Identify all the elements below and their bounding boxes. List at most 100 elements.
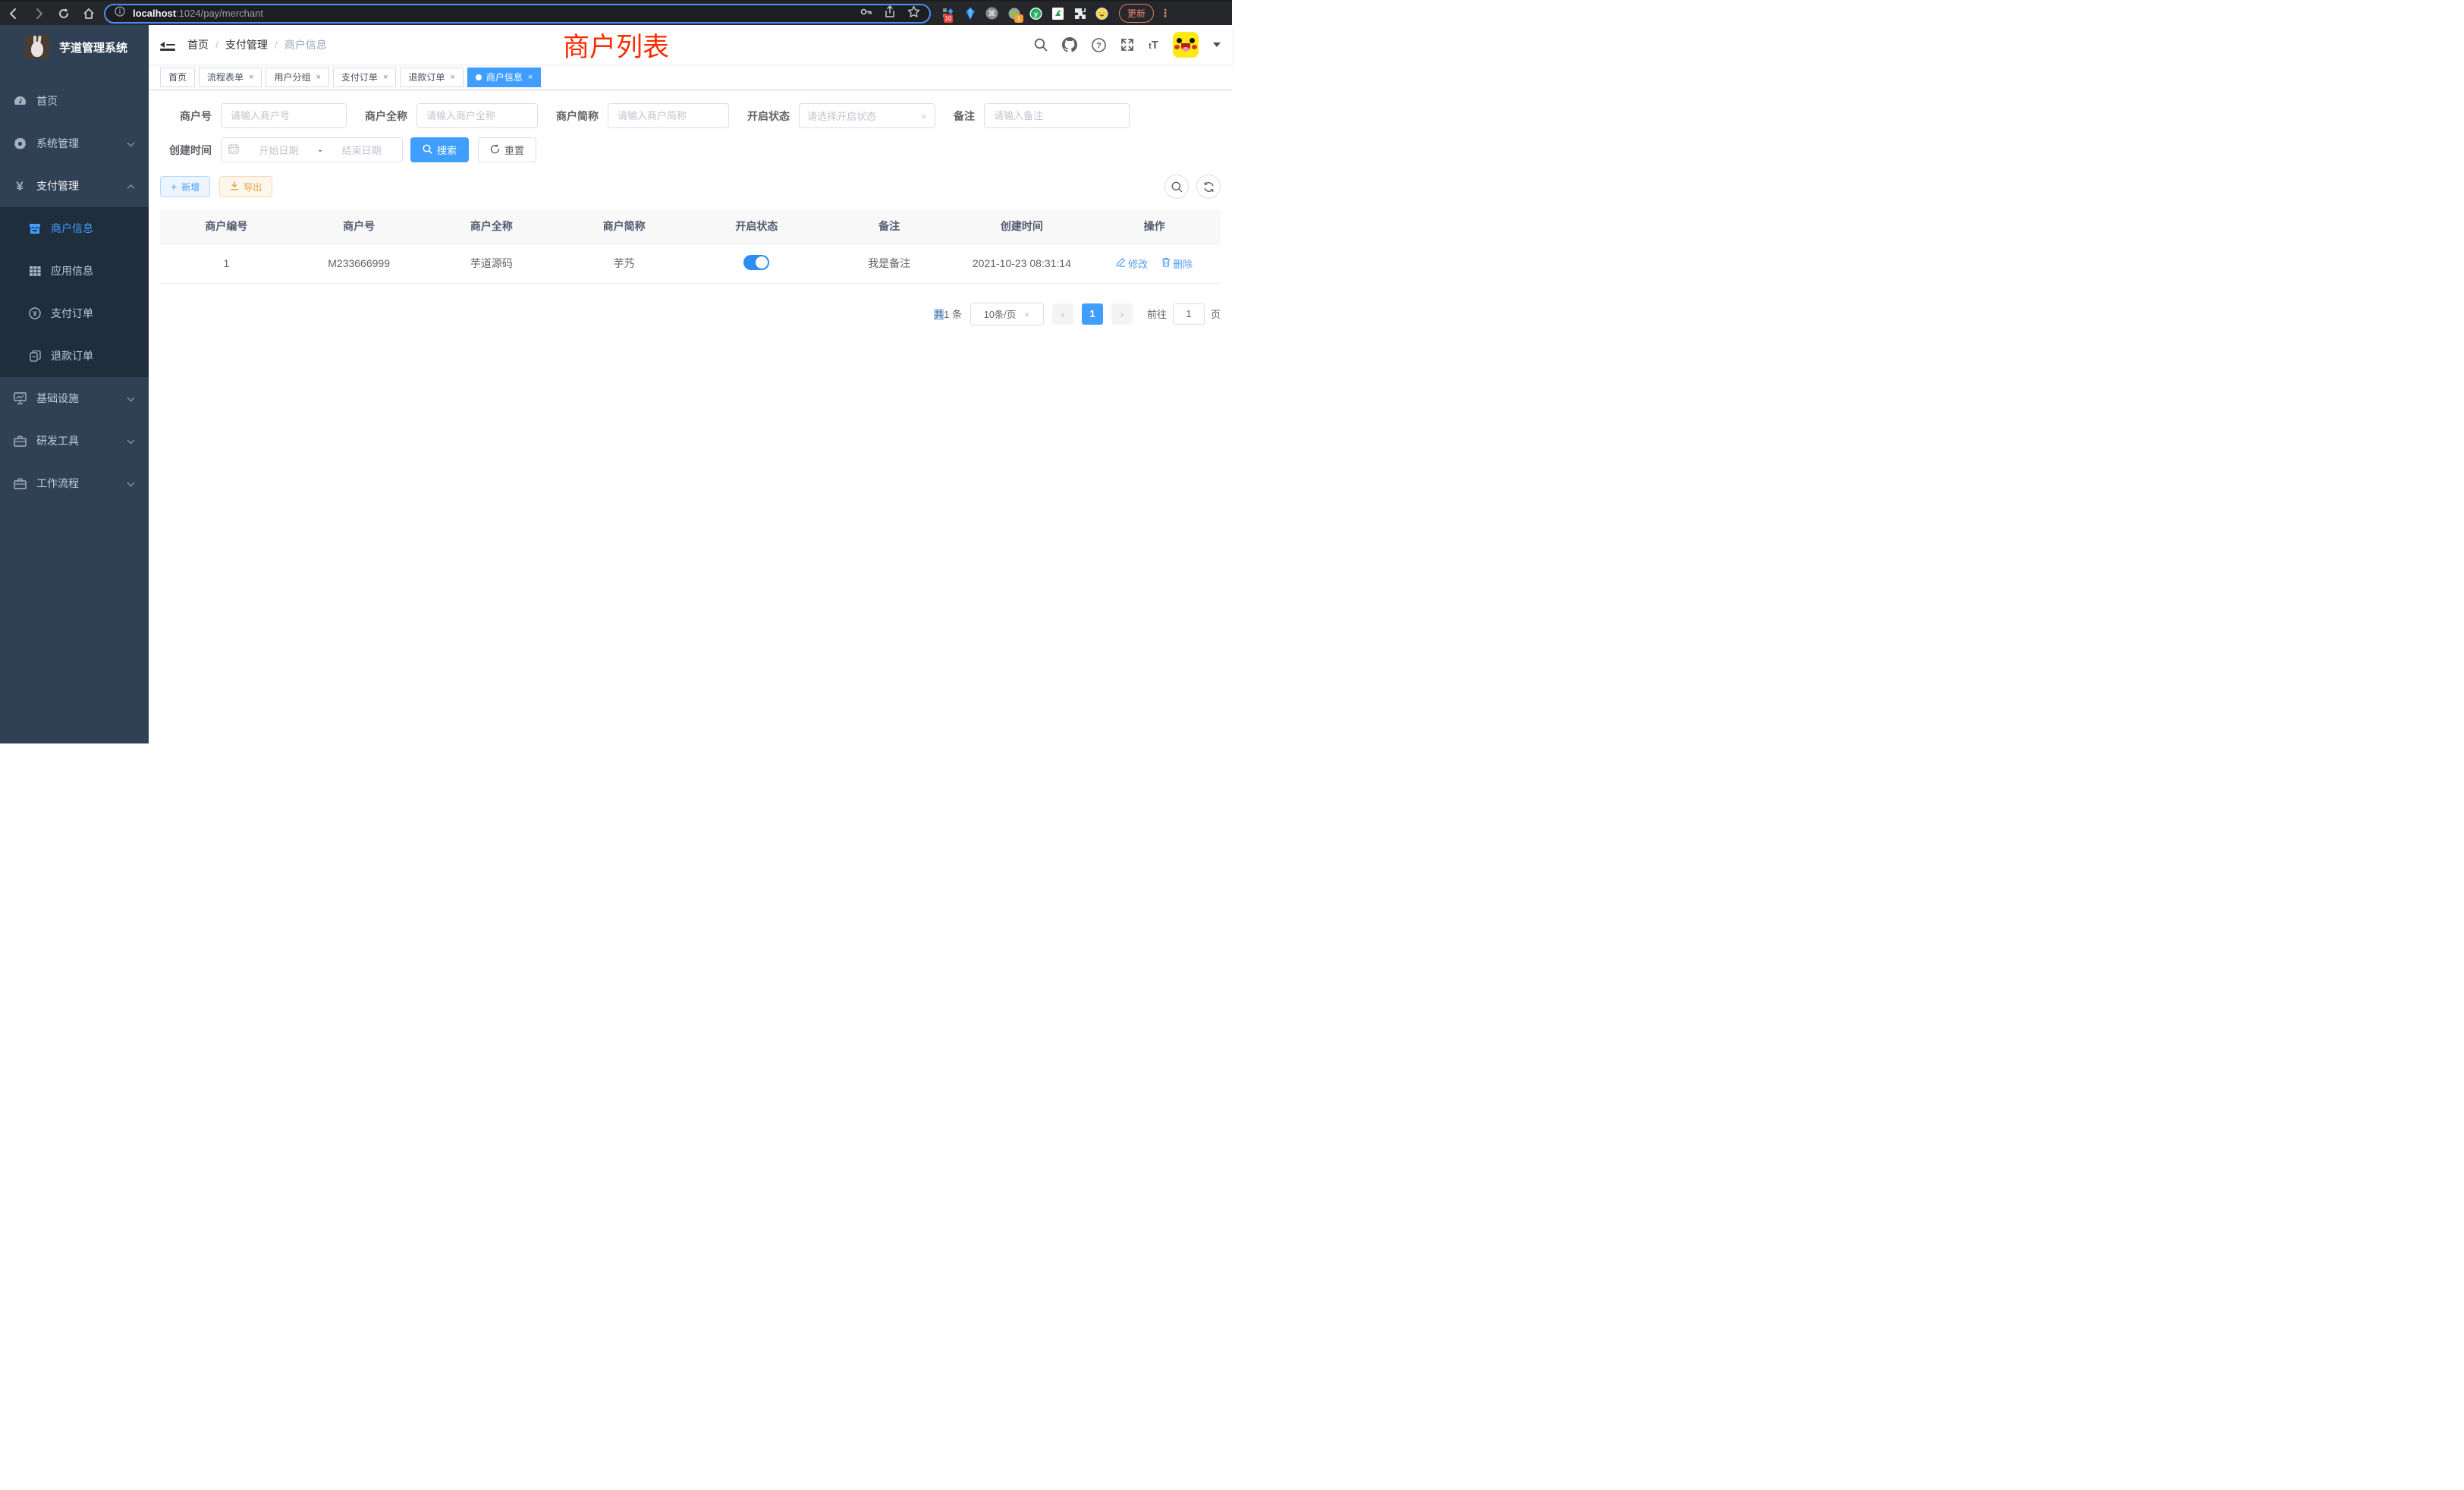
sidebar-item-home[interactable]: 首页 <box>0 80 149 122</box>
share-icon[interactable] <box>884 5 896 22</box>
browser-home-icon[interactable] <box>83 8 95 20</box>
extension-grid-icon[interactable]: 10 <box>941 7 954 20</box>
short-name-input[interactable] <box>608 103 729 128</box>
refresh-table-button[interactable] <box>1196 174 1221 199</box>
full-name-input[interactable] <box>416 103 538 128</box>
export-button[interactable]: 导出 <box>219 176 272 197</box>
sidebar-item-label: 商户信息 <box>51 221 93 236</box>
breadcrumb-current: 商户信息 <box>284 37 327 52</box>
prev-page-button[interactable]: ‹ <box>1052 303 1073 325</box>
toggle-search-button[interactable] <box>1164 174 1189 199</box>
edit-link[interactable]: 修改 <box>1116 256 1148 271</box>
collapse-sidebar-icon[interactable] <box>160 39 175 51</box>
page-1-button[interactable]: 1 <box>1082 303 1103 325</box>
extension-emoji-avatar[interactable] <box>1095 7 1108 20</box>
site-info-icon[interactable] <box>115 6 125 20</box>
extension-proxy-icon[interactable]: 1 <box>1007 7 1020 20</box>
reset-button[interactable]: 重置 <box>478 137 536 162</box>
col-short-name: 商户简称 <box>558 209 690 244</box>
tag-process-form[interactable]: 流程表单× <box>199 68 262 87</box>
create-time-range-picker[interactable]: 开始日期 - 结束日期 <box>221 137 403 162</box>
github-icon[interactable] <box>1062 37 1077 52</box>
goto-page-input[interactable] <box>1173 303 1205 325</box>
tag-merchant-info[interactable]: 商户信息× <box>467 68 541 87</box>
browser-forward-icon[interactable] <box>33 8 45 20</box>
user-avatar[interactable] <box>1173 32 1199 58</box>
reset-button-label: 重置 <box>504 143 524 157</box>
trash-icon <box>1161 257 1171 269</box>
browser-update-button[interactable]: 更新 <box>1119 4 1154 23</box>
table-header-row: 商户编号 商户号 商户全称 商户简称 开启状态 备注 创建时间 操作 <box>160 209 1221 244</box>
tag-user-group[interactable]: 用户分组 × <box>266 68 328 87</box>
tag-home[interactable]: 首页 <box>160 68 195 87</box>
sidebar-item-pay[interactable]: ¥ 支付管理 <box>0 165 149 207</box>
url-host: localhost <box>133 8 176 19</box>
delete-link[interactable]: 删除 <box>1161 256 1193 271</box>
browser-back-icon[interactable] <box>8 8 20 20</box>
merchant-no-input[interactable] <box>221 103 347 128</box>
sidebar-item-dev-tools[interactable]: 研发工具 <box>0 420 149 462</box>
status-toggle[interactable] <box>743 255 769 270</box>
col-create-time: 创建时间 <box>956 209 1089 244</box>
close-icon[interactable]: × <box>249 73 253 82</box>
page-size-select[interactable]: 10条/页 ∨ <box>970 303 1044 325</box>
add-button[interactable]: + 新增 <box>160 176 210 197</box>
sidebar-item-workflow[interactable]: 工作流程 <box>0 462 149 505</box>
search-button[interactable]: 搜索 <box>410 137 469 162</box>
password-key-icon[interactable] <box>860 5 872 22</box>
cell-short-name: 芋艿 <box>558 244 690 283</box>
breadcrumb-home[interactable]: 首页 <box>187 37 209 52</box>
extension-gem-icon[interactable] <box>963 7 976 20</box>
extension-command-icon[interactable]: ⌘ <box>985 7 998 20</box>
next-page-button[interactable]: › <box>1111 303 1133 325</box>
browser-reload-icon[interactable] <box>58 8 70 20</box>
search-button-label: 搜索 <box>437 143 457 157</box>
close-icon[interactable]: × <box>450 73 454 82</box>
tag-label: 用户分组 <box>274 71 310 83</box>
fullscreen-icon[interactable] <box>1120 38 1134 52</box>
breadcrumb-section: 支付管理 <box>225 37 268 52</box>
tag-pay-order[interactable]: 支付订单× <box>333 68 396 87</box>
col-merchant-no: 商户号 <box>293 209 426 244</box>
tags-view-bar: 首页 流程表单× 用户分组 × 支付订单× 退款订单× 商户信息× <box>149 64 1232 90</box>
full-name-label: 商户全称 <box>365 108 407 124</box>
header-search-icon[interactable] <box>1034 38 1048 52</box>
app-header: 首页 / 支付管理 / 商户信息 商户列表 ? tT <box>149 25 1232 64</box>
chevron-down-icon <box>127 392 135 404</box>
extension-badge: 1 <box>1014 14 1023 23</box>
sidebar-item-pay-order[interactable]: ¥ 支付订单 <box>0 292 149 335</box>
add-button-label: 新增 <box>181 181 200 193</box>
close-icon[interactable]: × <box>528 73 533 82</box>
short-name-label: 商户简称 <box>556 108 599 124</box>
sidebar-item-refund-order[interactable]: 退款订单 <box>0 335 149 377</box>
cell-merchant-no: M233666999 <box>293 244 426 283</box>
extension-y-icon[interactable]: y <box>1029 7 1042 20</box>
help-icon[interactable]: ? <box>1092 38 1106 52</box>
sidebar-item-label: 系统管理 <box>36 136 79 151</box>
pay-submenu: 商户信息 应用信息 ¥ 支付订单 退款订单 <box>0 207 149 377</box>
sidebar-item-app-info[interactable]: 应用信息 <box>0 250 149 292</box>
sidebar-item-label: 基础设施 <box>36 391 79 406</box>
close-icon[interactable]: × <box>383 73 388 82</box>
tag-refund-order[interactable]: 退款订单× <box>400 68 463 87</box>
font-size-icon[interactable]: tT <box>1149 39 1158 52</box>
status-select[interactable]: 请选择开启状态 ∨ <box>799 103 935 128</box>
extension-puzzle-icon[interactable] <box>1073 7 1086 20</box>
sidebar-item-infrastructure[interactable]: 基础设施 <box>0 377 149 420</box>
sidebar-item-merchant-info[interactable]: 商户信息 <box>0 207 149 250</box>
merchant-no-label: 商户号 <box>160 108 212 124</box>
close-icon[interactable]: × <box>316 73 320 82</box>
status-select-placeholder: 请选择开启状态 <box>807 108 876 123</box>
avatar-caret-icon[interactable] <box>1213 42 1221 47</box>
sidebar-item-system[interactable]: 系统管理 <box>0 122 149 165</box>
cell-full-name: 芋道源码 <box>426 244 558 283</box>
browser-menu-icon[interactable]: ⋮ <box>1160 7 1171 20</box>
export-button-label: 导出 <box>244 181 262 193</box>
extension-note-icon[interactable] <box>1051 7 1064 20</box>
address-bar[interactable]: localhost:1024/pay/merchant <box>104 4 931 24</box>
gear-icon <box>13 137 27 150</box>
remark-input[interactable] <box>984 103 1130 128</box>
refresh-icon <box>490 144 500 156</box>
bookmark-star-icon[interactable] <box>907 5 920 22</box>
app-title: 芋道管理系统 <box>59 39 127 55</box>
